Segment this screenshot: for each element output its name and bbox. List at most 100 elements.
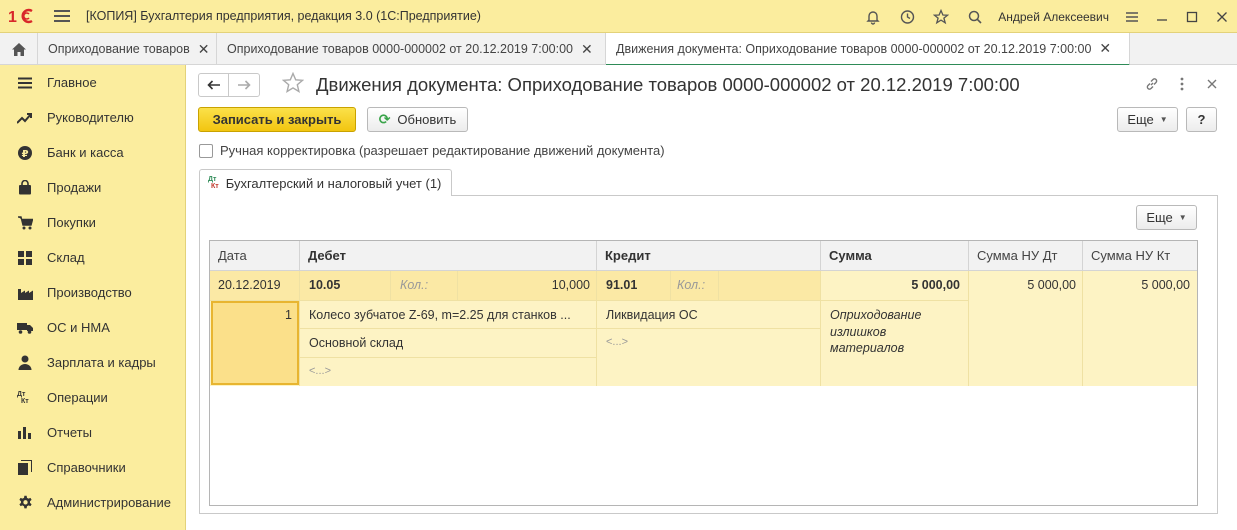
sidebar-item-salary[interactable]: Зарплата и кадры bbox=[0, 345, 185, 380]
cell-credit-account[interactable]: 91.01 bbox=[606, 278, 637, 292]
cell-debit-subconto-2[interactable]: Основной склад bbox=[309, 336, 403, 350]
cell-credit-subconto-2[interactable]: <...> bbox=[606, 336, 628, 348]
cell-sum-nu-kt[interactable]: 5 000,00 bbox=[1090, 278, 1190, 292]
forward-arrow-icon[interactable] bbox=[229, 74, 259, 96]
save-and-close-button[interactable]: Записать и закрыть bbox=[198, 107, 356, 132]
cart-icon bbox=[17, 215, 33, 231]
sidebar-item-bank[interactable]: ₽ Банк и касса bbox=[0, 135, 185, 170]
sidebar-item-fixed-assets[interactable]: ОС и НМА bbox=[0, 310, 185, 345]
tab-goods-receipt-list[interactable]: Оприходование товаров ✕ bbox=[38, 33, 217, 65]
sections-sidebar: Главное Руководителю ₽ Банк и касса Прод… bbox=[0, 65, 186, 530]
column-header-sum-nu-dt[interactable]: Сумма НУ Дт bbox=[969, 241, 1083, 271]
tab-accounting-tax[interactable]: Дт Кт Бухгалтерский и налоговый учет (1) bbox=[199, 169, 453, 196]
tab-label: Оприходование товаров bbox=[48, 42, 190, 56]
main-menu-icon[interactable] bbox=[54, 10, 70, 22]
close-tab-icon[interactable]: ✕ bbox=[1099, 40, 1111, 57]
tab-goods-receipt-document[interactable]: Оприходование товаров 0000-000002 от 20.… bbox=[217, 33, 606, 65]
kt-text: Кт bbox=[21, 397, 29, 405]
dt-kt-icon: Дт Кт bbox=[17, 390, 33, 406]
sidebar-item-label: Покупки bbox=[47, 215, 96, 230]
bar-chart-icon bbox=[17, 425, 33, 441]
chevron-down-icon: ▼ bbox=[1178, 213, 1187, 222]
user-name[interactable]: Андрей Алексеевич bbox=[998, 10, 1109, 24]
sidebar-item-label: Главное bbox=[47, 75, 97, 90]
help-button[interactable]: ? bbox=[1186, 107, 1217, 132]
link-icon[interactable] bbox=[1137, 73, 1167, 95]
ruble-icon: ₽ bbox=[17, 145, 33, 161]
minimize-icon[interactable] bbox=[1147, 0, 1177, 33]
close-tab-icon[interactable]: ✕ bbox=[581, 41, 593, 58]
sidebar-item-label: Производство bbox=[47, 285, 132, 300]
refresh-button[interactable]: ⟳ Обновить bbox=[367, 107, 468, 132]
cell-credit-subconto-1[interactable]: Ликвидация ОС bbox=[606, 308, 698, 322]
sidebar-item-references[interactable]: Справочники bbox=[0, 450, 185, 485]
close-form-icon[interactable] bbox=[1197, 73, 1227, 95]
kt-text: Кт bbox=[211, 183, 219, 190]
settings-menu-icon[interactable] bbox=[1117, 0, 1147, 33]
sidebar-item-sales[interactable]: Продажи bbox=[0, 170, 185, 205]
sidebar-item-label: Операции bbox=[47, 390, 108, 405]
open-windows-tabstrip: Оприходование товаров ✕ Оприходование то… bbox=[0, 33, 1237, 66]
dt-kt-icon: Дт Кт bbox=[208, 176, 219, 190]
favorites-star-icon[interactable] bbox=[924, 0, 958, 33]
close-tab-icon[interactable]: ✕ bbox=[198, 41, 210, 58]
svg-text:1: 1 bbox=[8, 9, 17, 25]
app-title: [КОПИЯ] Бухгалтерия предприятия, редакци… bbox=[86, 9, 481, 23]
sidebar-item-administration[interactable]: Администрирование bbox=[0, 485, 185, 520]
trend-icon bbox=[17, 110, 33, 126]
more-label: Еще bbox=[1127, 112, 1154, 127]
1c-logo[interactable]: 1 bbox=[8, 6, 44, 26]
cell-sum[interactable]: 5 000,00 bbox=[828, 278, 960, 292]
cell-sum-nu-dt[interactable]: 5 000,00 bbox=[976, 278, 1076, 292]
history-icon[interactable] bbox=[890, 0, 924, 33]
tab-label: Движения документа: Оприходование товаро… bbox=[616, 41, 1092, 56]
warehouse-icon bbox=[17, 250, 33, 266]
favorite-star-icon[interactable] bbox=[281, 71, 305, 97]
sidebar-item-main[interactable]: Главное bbox=[0, 65, 185, 100]
sidebar-item-production[interactable]: Производство bbox=[0, 275, 185, 310]
cell-debit-qty[interactable]: 10,000 bbox=[460, 278, 590, 292]
page-title: Движения документа: Оприходование товаро… bbox=[316, 74, 1020, 95]
cell-line-number[interactable]: 1 bbox=[218, 308, 292, 322]
grid-more-button[interactable]: Еще ▼ bbox=[1136, 205, 1197, 230]
column-header-credit[interactable]: Кредит bbox=[597, 241, 821, 271]
manual-correction-row[interactable]: Ручная корректировка (разрешает редактир… bbox=[199, 143, 665, 158]
close-window-icon[interactable] bbox=[1207, 0, 1237, 33]
maximize-icon[interactable] bbox=[1177, 0, 1207, 33]
manual-correction-label: Ручная корректировка (разрешает редактир… bbox=[220, 143, 665, 158]
cell-date[interactable]: 20.12.2019 bbox=[218, 278, 281, 292]
table-row[interactable]: 20.12.2019 1 10.05 Кол.: 10,000 Колесо з… bbox=[210, 271, 1197, 386]
column-header-sum-nu-kt[interactable]: Сумма НУ Кт bbox=[1083, 241, 1197, 271]
back-arrow-icon[interactable] bbox=[199, 74, 229, 96]
manual-correction-checkbox[interactable] bbox=[199, 143, 213, 158]
sidebar-item-label: Администрирование bbox=[47, 495, 171, 510]
bell-icon[interactable] bbox=[856, 0, 890, 33]
sidebar-item-label: Справочники bbox=[47, 460, 126, 475]
more-actions-icon[interactable] bbox=[1167, 73, 1197, 95]
cell-debit-account[interactable]: 10.05 bbox=[309, 278, 340, 292]
cell-debit-subconto-1[interactable]: Колесо зубчатое Z-69, m=2.25 для станков… bbox=[309, 308, 591, 322]
dt-text: Дт bbox=[17, 390, 26, 398]
sidebar-item-operations[interactable]: Дт Кт Операции bbox=[0, 380, 185, 415]
cell-debit-subconto-3[interactable]: <...> bbox=[309, 365, 331, 377]
document-movements-form: Движения документа: Оприходование товаро… bbox=[186, 65, 1237, 530]
column-header-sum[interactable]: Сумма bbox=[821, 241, 969, 271]
home-icon[interactable] bbox=[0, 33, 38, 65]
tab-label: Бухгалтерский и налоговый учет (1) bbox=[225, 175, 442, 191]
column-header-debit[interactable]: Дебет bbox=[300, 241, 597, 271]
sidebar-item-manager[interactable]: Руководителю bbox=[0, 100, 185, 135]
more-button[interactable]: Еще ▼ bbox=[1117, 107, 1178, 132]
title-bar: 1 [КОПИЯ] Бухгалтерия предприятия, редак… bbox=[0, 0, 1237, 33]
cell-credit-qty-label: Кол.: bbox=[677, 278, 706, 292]
movements-table[interactable]: Дата Дебет Кредит Сумма Сумма НУ Дт Сумм… bbox=[209, 240, 1198, 506]
cell-content[interactable]: Оприходование излишков материалов bbox=[830, 307, 940, 357]
sidebar-item-label: Руководителю bbox=[47, 110, 134, 125]
search-icon[interactable] bbox=[958, 0, 992, 33]
sidebar-item-warehouse[interactable]: Склад bbox=[0, 240, 185, 275]
sidebar-item-purchases[interactable]: Покупки bbox=[0, 205, 185, 240]
tab-document-movements[interactable]: Движения документа: Оприходование товаро… bbox=[606, 33, 1130, 66]
sidebar-item-reports[interactable]: Отчеты bbox=[0, 415, 185, 450]
column-header-date[interactable]: Дата bbox=[210, 241, 300, 271]
sidebar-item-label: ОС и НМА bbox=[47, 320, 110, 335]
person-icon bbox=[17, 355, 33, 371]
